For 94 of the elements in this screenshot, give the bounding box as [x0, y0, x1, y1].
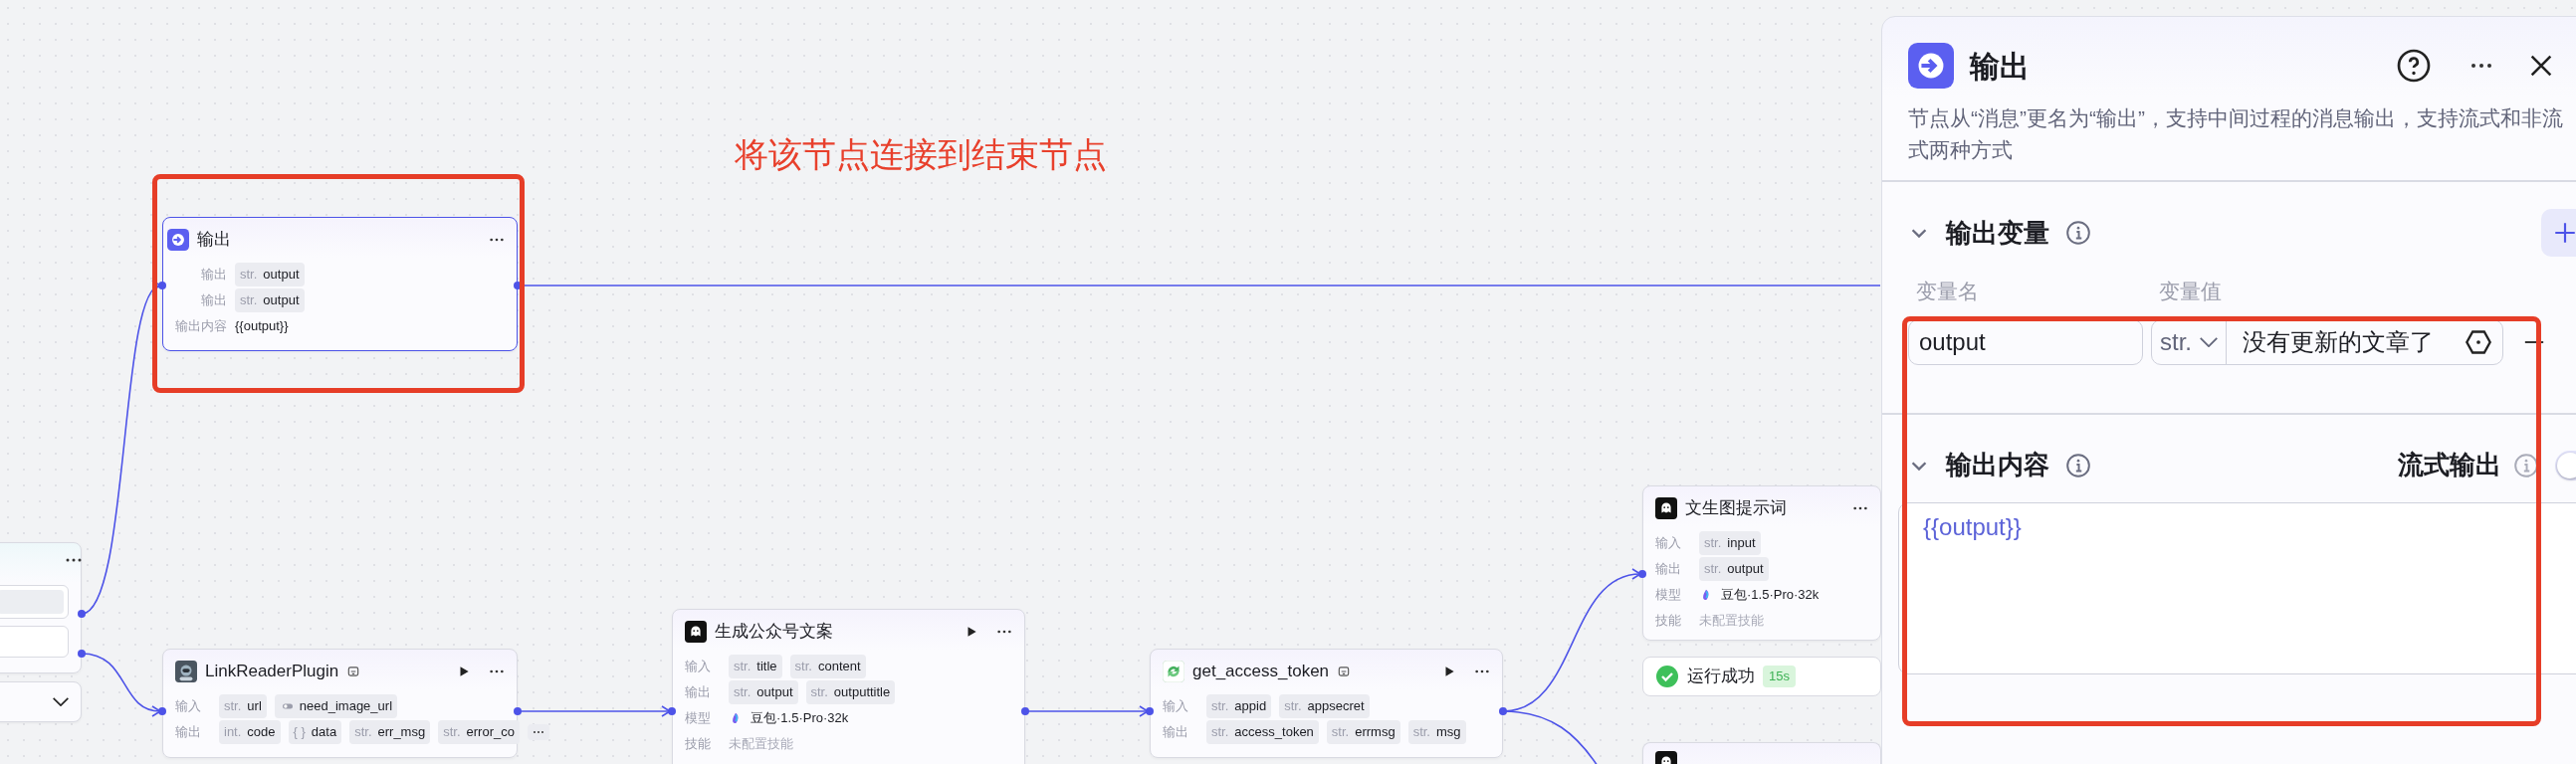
port[interactable]: [668, 707, 676, 715]
port[interactable]: [78, 650, 86, 658]
section-title: 输出变量: [1946, 216, 2049, 250]
field-label: 输出: [685, 683, 712, 702]
ghost-icon: [1655, 497, 1677, 519]
info-icon: [2065, 220, 2091, 246]
node-card[interactable]: 生成公众号文案 输入 str. title str. content 输出 str. output str. outputtitle 模型 豆包·1.5·Pro·32k 技能 未配置技能: [672, 609, 1025, 764]
plugin-badge-icon: [1337, 665, 1352, 678]
add-button[interactable]: [2541, 209, 2576, 257]
variable-tag: str. title: [729, 655, 782, 678]
field-label: 模型: [1655, 586, 1682, 605]
variable-picker-icon[interactable]: [2465, 327, 2492, 356]
field-value: 未配置技能: [1699, 612, 1764, 631]
port[interactable]: [514, 707, 522, 715]
model-name: 豆包·1.5·Pro·32k: [751, 709, 849, 728]
name-field[interactable]: output: [1908, 318, 2143, 365]
node-card[interactable]: [1642, 742, 1881, 764]
input-field[interactable]: [0, 585, 69, 619]
model-name: 豆包·1.5·Pro·32k: [1721, 586, 1820, 605]
field-label: 输入: [685, 658, 712, 676]
variable-tag: str. output: [1699, 557, 1769, 581]
port[interactable]: [158, 282, 166, 289]
node-title: LinkReaderPlugin: [205, 661, 339, 683]
column-header: 变量名: [1916, 279, 1980, 304]
refresh-icon: [1163, 661, 1184, 682]
variable-tag: str. access_token: [1206, 720, 1319, 744]
port[interactable]: [158, 707, 166, 715]
field-label: 输出: [1163, 723, 1189, 742]
chevron-down-icon: [53, 697, 69, 706]
node-title: 文生图提示词: [1685, 497, 1787, 520]
port[interactable]: [1499, 707, 1507, 715]
more-button[interactable]: [527, 724, 549, 740]
port[interactable]: [1638, 570, 1646, 578]
port[interactable]: [1146, 707, 1154, 715]
variable-tag: int. code: [219, 720, 281, 744]
content-editor[interactable]: {{output}}: [1898, 501, 2576, 674]
variable-tag: str. error_co: [438, 720, 520, 744]
panel-description: 节点从“消息”更名为“输出”，支持中间过程的消息输出，支持流式和非流式两种方式: [1907, 105, 2564, 163]
info-icon: [2513, 452, 2539, 478]
variable-tag: str. input: [1699, 531, 1761, 555]
status-text: 运行成功: [1687, 666, 1755, 688]
toggle-label: 流式输出: [2398, 449, 2501, 481]
annotation-text: 将该节点连接到结束节点: [735, 134, 1107, 175]
variable-tag: str. appsecret: [1279, 694, 1370, 718]
node-card[interactable]: [0, 542, 82, 673]
field-label: 输出: [200, 291, 227, 310]
duration-badge: 15s: [1763, 666, 1796, 687]
value-field[interactable]: 没有更新的文章了: [2227, 323, 2465, 360]
input-field[interactable]: [0, 626, 69, 658]
field-value: 未配置技能: [729, 735, 793, 754]
node-title: 输出: [197, 229, 231, 252]
variable-tag: str. content: [789, 655, 866, 678]
column-header: 变量值: [2159, 279, 2222, 304]
type-select[interactable]: str.: [2152, 319, 2227, 364]
field-label: 输出: [1655, 560, 1682, 579]
value-input[interactable]: str. 没有更新的文章了: [2151, 318, 2503, 365]
help-icon[interactable]: [2396, 48, 2432, 84]
node-card[interactable]: 输出 输出 str. output 输出 str. output 输出内容 {{output}}: [162, 217, 518, 351]
plugin-badge-icon: [346, 665, 361, 678]
field-label: 输入: [1163, 697, 1189, 716]
variable-tag: str. output: [729, 680, 798, 704]
field-label: 输出: [175, 723, 202, 742]
variable-tag: str. errmsg: [1326, 720, 1400, 744]
node-card[interactable]: 文生图提示词 输入 str. input 输出 str. output 模型 豆包·1.5·Pro·32k 技能 未配置技能: [1642, 485, 1881, 641]
field-label: 输入: [175, 697, 202, 716]
chevron-down-icon: [2200, 336, 2218, 347]
variable-tag: str. output: [235, 263, 305, 286]
variable-tag: str. msg: [1407, 720, 1466, 744]
field-value: {{output}}: [235, 317, 289, 336]
node-title: get_access_token: [1192, 661, 1330, 683]
field-label: 模型: [685, 709, 712, 728]
field-label: 输出: [200, 266, 227, 285]
variable-tag: str. url: [219, 694, 267, 718]
variable-tag: str. outputtitle: [805, 680, 896, 704]
section-title: 输出内容: [1946, 449, 2049, 481]
node-title: 生成公众号文案: [715, 621, 833, 644]
field-label: 技能: [1655, 612, 1682, 631]
variable-tag: str. output: [235, 288, 305, 312]
panel-title: 输出: [1970, 48, 2030, 85]
port[interactable]: [1021, 707, 1029, 715]
variable-tag: str. appid: [1206, 694, 1272, 718]
port[interactable]: [78, 610, 86, 618]
plus-icon: [2552, 220, 2576, 246]
field-label: 技能: [685, 735, 712, 754]
port[interactable]: [514, 282, 522, 289]
variable-tag: need_image_url: [274, 694, 398, 718]
ghost-icon: [685, 621, 707, 643]
robot-icon: [175, 661, 197, 682]
info-icon: [2065, 452, 2091, 478]
node-card[interactable]: get_access_token 输入 str. appid str. appsecret 输出 str. access_token str. errmsg str. msg: [1150, 649, 1503, 758]
variable-tag: { } data: [288, 720, 342, 744]
field-label: 输入: [1655, 534, 1682, 553]
variable-tag: str. err_msg: [349, 720, 431, 744]
field-label: 输出内容: [174, 317, 227, 336]
